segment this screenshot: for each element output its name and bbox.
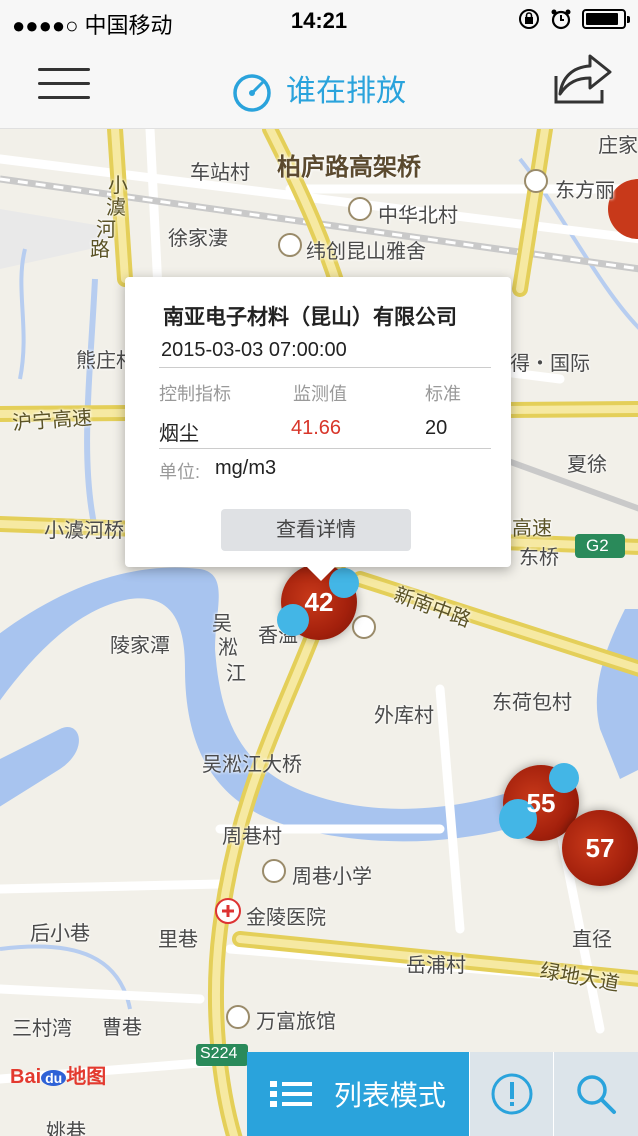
column-header-standard: 标准 [425,384,461,404]
alarm-icon [551,9,571,30]
map-label: 岳浦村 [406,955,466,977]
emission-info-popup: 南亚电子材料（昆山）有限公司 2015-03-03 07:00:00 控制指标 … [125,277,511,581]
bottom-toolbar: 列表模式 [247,1052,638,1136]
unit-value: mg/m3 [215,457,277,479]
baidu-map-logo: Bai du 地图 [10,1066,107,1088]
page-title-text: 谁在排放 [286,75,406,108]
map-label: 东荷包村 [492,692,572,714]
emission-marker-value: 42 [304,586,334,617]
map-label: G2 [586,536,609,555]
emission-marker[interactable]: 57 [562,810,638,886]
page-title: 谁在排放 [0,66,638,113]
alert-button[interactable] [468,1052,554,1136]
map-label: 沪宁高速 [11,407,93,435]
map-label: 得・国际 [510,353,590,375]
rotation-lock-icon [519,9,539,29]
value-cell: 41.66 [291,417,342,439]
map-label: 纬创昆山雅舍 [306,241,426,263]
map-label: 柏庐路高架桥 [277,154,421,181]
view-details-button[interactable]: 查看详情 [221,509,411,551]
map-label: 中华北村 [378,205,458,227]
map-label: 金陵医院 [246,907,326,929]
map-label: 小澞河桥 [44,520,124,542]
map-label: 周巷小学 [292,866,372,888]
list-icon [269,1080,312,1108]
map-label: 姚巷 [46,1121,86,1136]
map-label: 里巷 [158,929,198,951]
divider [159,448,491,449]
map-label: 后小巷 [30,923,90,945]
map-label: 周巷村 [222,826,282,848]
map-label: 东桥 [519,547,559,569]
map-label: 外库村 [374,705,434,727]
map-label: 曹巷 [102,1017,142,1039]
column-header-value: 监测值 [293,384,347,404]
unit-label: 单位: [159,462,201,482]
share-icon [554,54,612,104]
emission-marker-value: 55 [526,787,556,818]
map-label: 万富旅馆 [256,1011,336,1033]
exclamation-icon [491,1073,533,1115]
divider [159,367,491,368]
search-icon [577,1075,617,1114]
search-button[interactable] [553,1052,638,1136]
list-mode-button[interactable]: 列表模式 [247,1052,469,1136]
map-label: 高速 [512,518,552,540]
map-label: 庄家 [598,135,638,157]
battery-icon [582,9,630,29]
nav-bar: 谁在排放 [0,40,638,129]
company-name: 南亚电子材料（昆山）有限公司 [163,306,457,329]
status-icons [518,8,630,30]
monitor-datetime: 2015-03-03 07:00:00 [161,339,347,361]
share-button[interactable] [550,50,614,106]
map-label: 三村湾 [12,1018,72,1040]
gauge-icon [233,74,271,112]
map-label: 陵家潭 [110,635,170,657]
status-bar: ●●●●○ 中国移动 14:21 [0,0,638,40]
map-label: 东方丽 [555,180,615,202]
map-label: 江 [226,663,246,685]
map-label: 夏徐 [567,454,607,476]
column-header-indicator: 控制指标 [159,384,231,404]
map-label: 吴淞江大桥 [202,754,302,776]
map-label: 淞 [218,637,238,659]
standard-cell: 20 [425,417,448,439]
indicator-cell: 烟尘 [159,423,199,445]
map-label: S224 [200,1045,238,1062]
map-label: 路 [90,239,110,261]
map-label: 车站村 [190,162,250,184]
map-label: 直径 [572,929,612,951]
list-mode-label: 列表模式 [333,1080,446,1111]
emission-marker-value: 57 [585,832,615,863]
map-label: 徐家淒 [168,228,228,250]
